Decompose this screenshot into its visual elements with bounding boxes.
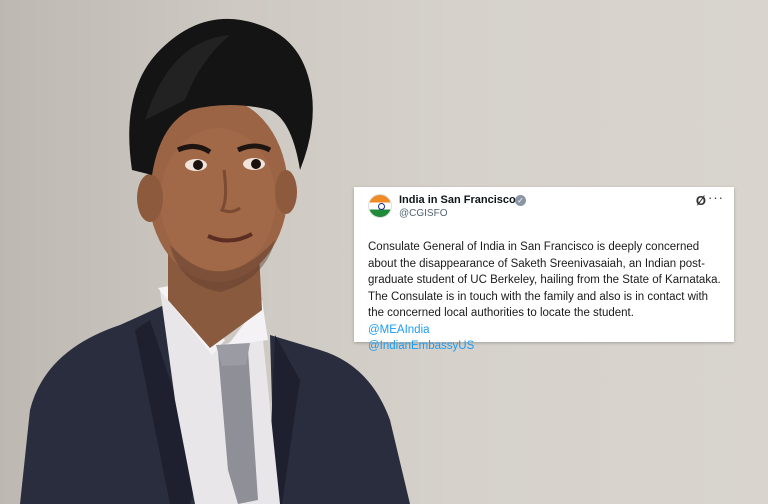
tweet-text: Consulate General of India in San Franci… [368, 239, 724, 355]
x-logo-icon[interactable]: Ø [696, 193, 706, 208]
tweet-header: India in San Francisco ✓ @CGISFO Ø ··· [368, 190, 724, 228]
more-icon[interactable]: ··· [708, 190, 724, 205]
mention-link-indianembassyus[interactable]: @IndianEmbassyUS [368, 340, 474, 352]
mention-link-meaindia[interactable]: @MEAIndia [368, 324, 430, 336]
india-flag-icon[interactable] [368, 194, 392, 218]
tweet-body-text: Consulate General of India in San Franci… [368, 241, 721, 319]
account-handle[interactable]: @CGISFO [399, 208, 448, 219]
account-name[interactable]: India in San Francisco [399, 194, 516, 206]
tweet-card: India in San Francisco ✓ @CGISFO Ø ··· C… [354, 187, 734, 352]
verified-badge-icon: ✓ [515, 195, 526, 206]
